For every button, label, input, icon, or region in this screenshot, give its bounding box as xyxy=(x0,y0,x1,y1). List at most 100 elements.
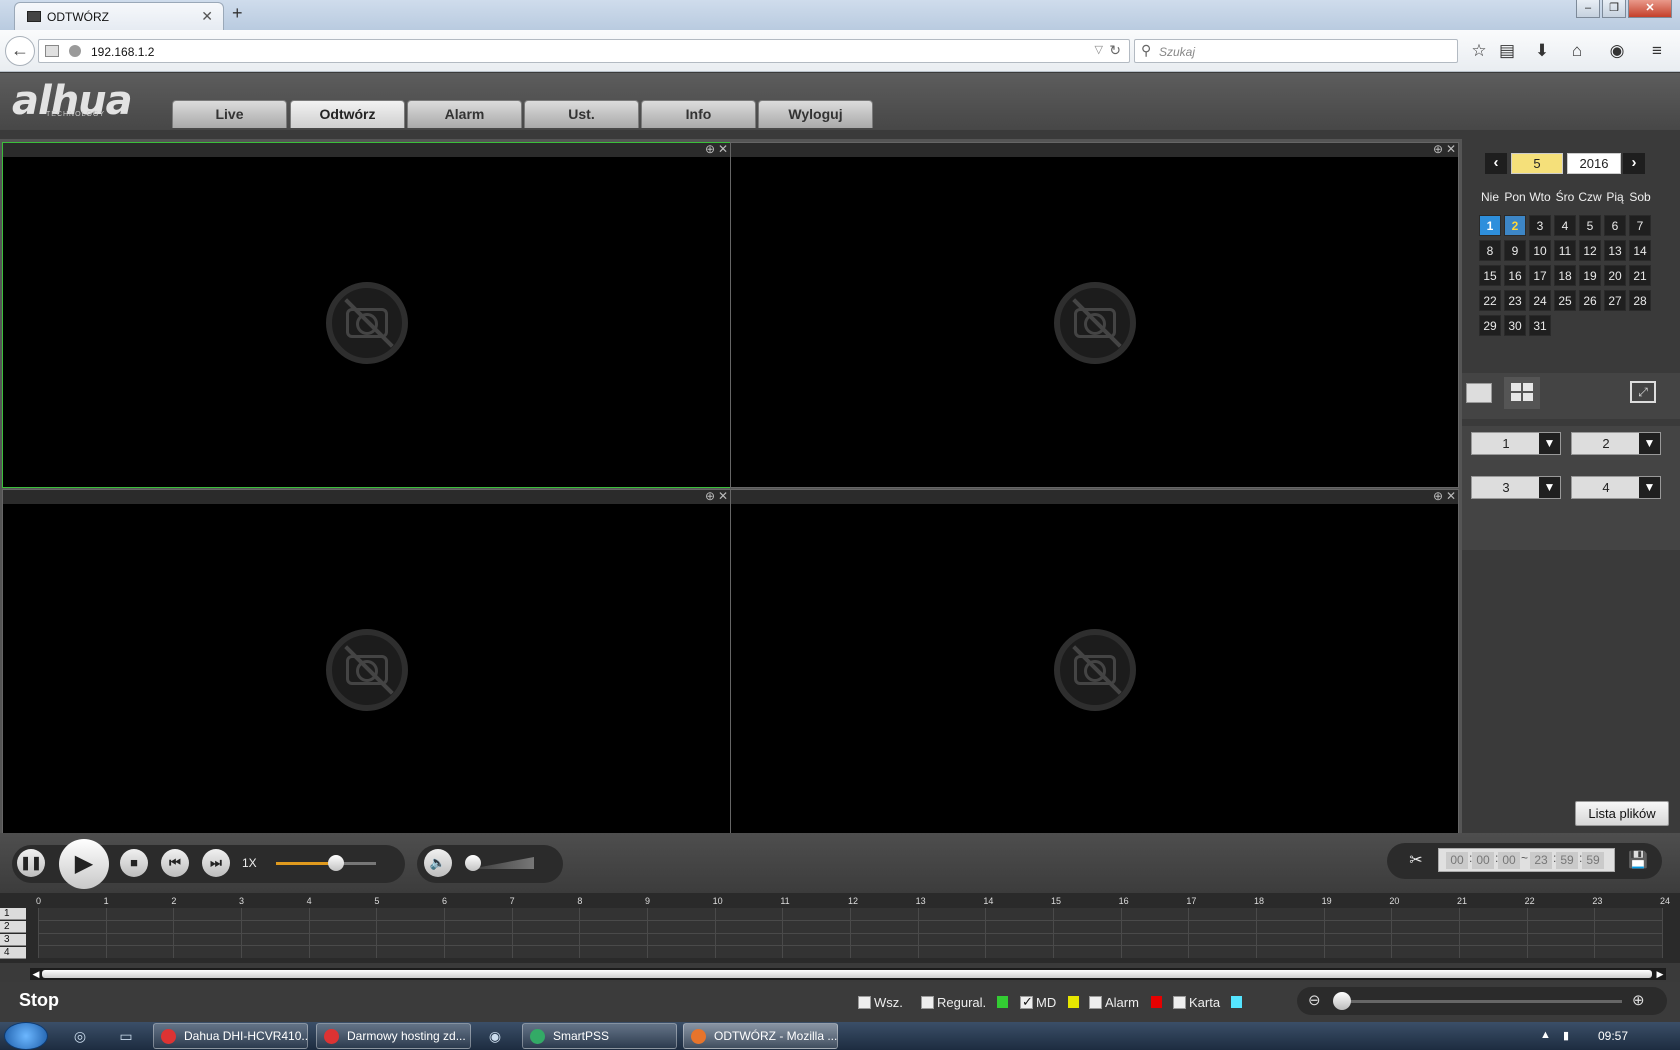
taskbar-button[interactable]: Dahua DHI-HCVR410... xyxy=(153,1023,308,1049)
calendar-day[interactable]: 10 xyxy=(1529,240,1551,261)
close-icon[interactable]: ✕ xyxy=(718,489,728,503)
file-list-button[interactable]: Lista plików xyxy=(1575,801,1669,826)
time-field[interactable]: 23 xyxy=(1530,852,1552,869)
close-icon[interactable]: ✕ xyxy=(718,142,728,156)
start-button[interactable] xyxy=(4,1022,48,1050)
month-field[interactable]: 5 xyxy=(1511,153,1563,174)
close-icon[interactable]: ✕ xyxy=(1446,489,1456,503)
calendar-day[interactable]: 22 xyxy=(1479,290,1501,311)
new-tab-button[interactable]: + xyxy=(232,3,243,24)
scroll-right-icon[interactable]: ▶ xyxy=(1654,968,1666,980)
calendar-day[interactable]: 16 xyxy=(1504,265,1526,286)
calendar-day[interactable]: 24 xyxy=(1529,290,1551,311)
scissors-icon[interactable]: ✂ xyxy=(1399,849,1433,873)
ie-icon[interactable]: ◎ xyxy=(68,1025,92,1047)
calendar-day[interactable]: 29 xyxy=(1479,315,1501,336)
taskbar-button[interactable]: ODTWÓRZ - Mozilla ... xyxy=(683,1023,838,1049)
zoom-slider[interactable] xyxy=(1334,1000,1622,1003)
legend-checkbox[interactable] xyxy=(1173,996,1186,1009)
calendar-day[interactable]: 1 xyxy=(1479,215,1501,236)
taskbar-button[interactable]: Darmowy hosting zd... xyxy=(316,1023,471,1049)
channel-select[interactable]: 4 ▼ xyxy=(1571,476,1661,499)
channel-select[interactable]: 1 ▼ xyxy=(1471,432,1561,455)
zoom-out-icon[interactable]: ⊖ xyxy=(1308,991,1321,1009)
nav-tab-4[interactable]: Info xyxy=(641,100,756,128)
next-frame-button[interactable]: ⏭ xyxy=(202,849,230,877)
search-placeholder[interactable]: Szukaj xyxy=(1159,45,1195,59)
maximize-button[interactable]: ❐ xyxy=(1602,0,1626,18)
download-icon[interactable]: ⬇ xyxy=(1530,40,1554,62)
time-field[interactable]: 59 xyxy=(1556,852,1578,869)
nav-tab-0[interactable]: Live xyxy=(172,100,287,128)
legend-checkbox[interactable] xyxy=(1020,994,1033,1010)
chat-icon[interactable]: ◉ xyxy=(1605,40,1629,62)
bookmark-star-icon[interactable]: ☆ xyxy=(1467,40,1491,62)
calendar-day[interactable]: 27 xyxy=(1604,290,1626,311)
single-view-icon[interactable] xyxy=(1466,383,1492,403)
next-month-button[interactable]: › xyxy=(1623,153,1645,174)
calendar-day[interactable]: 26 xyxy=(1579,290,1601,311)
search-input[interactable]: ⚲ Szukaj xyxy=(1134,39,1458,63)
minimize-button[interactable]: – xyxy=(1576,0,1600,18)
volume-slider-knob[interactable] xyxy=(465,855,481,871)
calendar-day[interactable]: 15 xyxy=(1479,265,1501,286)
network-icon[interactable]: ▮ xyxy=(1563,1029,1569,1042)
mute-icon[interactable]: 🔈 xyxy=(424,849,452,877)
prev-month-button[interactable]: ‹ xyxy=(1485,153,1507,174)
quad-view-icon[interactable] xyxy=(1504,377,1540,409)
stop-button[interactable]: ■ xyxy=(120,849,148,877)
calendar-day[interactable]: 5 xyxy=(1579,215,1601,236)
time-field[interactable]: 59 xyxy=(1582,852,1604,869)
reading-list-icon[interactable]: ▤ xyxy=(1495,40,1519,62)
prev-frame-button[interactable]: ⏮ xyxy=(161,849,189,877)
explorer-icon[interactable]: ▭ xyxy=(114,1025,138,1047)
page-info-icon[interactable] xyxy=(45,45,59,57)
url-text[interactable]: 192.168.1.2 xyxy=(91,45,154,59)
calendar-day[interactable]: 11 xyxy=(1554,240,1576,261)
speed-slider-knob[interactable] xyxy=(328,855,344,871)
zoom-slider-knob[interactable] xyxy=(1333,992,1351,1010)
calendar-day[interactable]: 7 xyxy=(1629,215,1651,236)
legend-checkbox[interactable] xyxy=(921,996,934,1009)
calendar-day[interactable]: 30 xyxy=(1504,315,1526,336)
close-icon[interactable]: ✕ xyxy=(1446,142,1456,156)
reload-icon[interactable]: ↻ xyxy=(1109,42,1121,59)
browser-tab[interactable]: ODTWÓRZ ✕ xyxy=(14,2,224,30)
tray-arrow-icon[interactable]: ▲ xyxy=(1540,1029,1551,1041)
time-field[interactable]: 00 xyxy=(1472,852,1494,869)
year-field[interactable]: 2016 xyxy=(1567,153,1621,174)
zoom-icon[interactable]: ⊕ xyxy=(705,142,715,156)
nav-tab-5[interactable]: Wyloguj xyxy=(758,100,873,128)
calendar-day[interactable]: 6 xyxy=(1604,215,1626,236)
timeline-scrollbar[interactable]: ◀ ▶ xyxy=(30,968,1666,980)
time-field[interactable]: 00 xyxy=(1498,852,1520,869)
close-tab-icon[interactable]: ✕ xyxy=(201,8,213,25)
taskbar-button[interactable]: SmartPSS xyxy=(522,1023,677,1049)
time-field[interactable]: 00 xyxy=(1446,852,1468,869)
back-button[interactable]: ← xyxy=(5,36,35,66)
nav-tab-2[interactable]: Alarm xyxy=(407,100,522,128)
fullscreen-icon[interactable]: ⤢ xyxy=(1630,381,1656,403)
calendar-day[interactable]: 20 xyxy=(1604,265,1626,286)
calendar-day[interactable]: 19 xyxy=(1579,265,1601,286)
zoom-in-icon[interactable]: ⊕ xyxy=(1632,991,1645,1009)
url-dropdown-icon[interactable]: ▽ xyxy=(1095,43,1103,56)
zoom-icon[interactable]: ⊕ xyxy=(1433,489,1443,503)
calendar-day[interactable]: 21 xyxy=(1629,265,1651,286)
legend-checkbox[interactable] xyxy=(1089,996,1102,1009)
pinned-app-icon[interactable]: ◉ xyxy=(483,1025,507,1047)
channel-select[interactable]: 2 ▼ xyxy=(1571,432,1661,455)
zoom-icon[interactable]: ⊕ xyxy=(705,489,715,503)
nav-tab-3[interactable]: Ust. xyxy=(524,100,639,128)
calendar-day[interactable]: 28 xyxy=(1629,290,1651,311)
channel-select[interactable]: 3 ▼ xyxy=(1471,476,1561,499)
calendar-day[interactable]: 8 xyxy=(1479,240,1501,261)
calendar-day[interactable]: 17 xyxy=(1529,265,1551,286)
calendar-day[interactable]: 12 xyxy=(1579,240,1601,261)
calendar-day[interactable]: 23 xyxy=(1504,290,1526,311)
pause-button[interactable]: ❚❚ xyxy=(17,849,45,877)
save-icon[interactable]: 💾 xyxy=(1625,849,1651,873)
calendar-day[interactable]: 14 xyxy=(1629,240,1651,261)
calendar-day[interactable]: 4 xyxy=(1554,215,1576,236)
url-bar[interactable]: 192.168.1.2 ▽ ↻ xyxy=(38,39,1130,63)
